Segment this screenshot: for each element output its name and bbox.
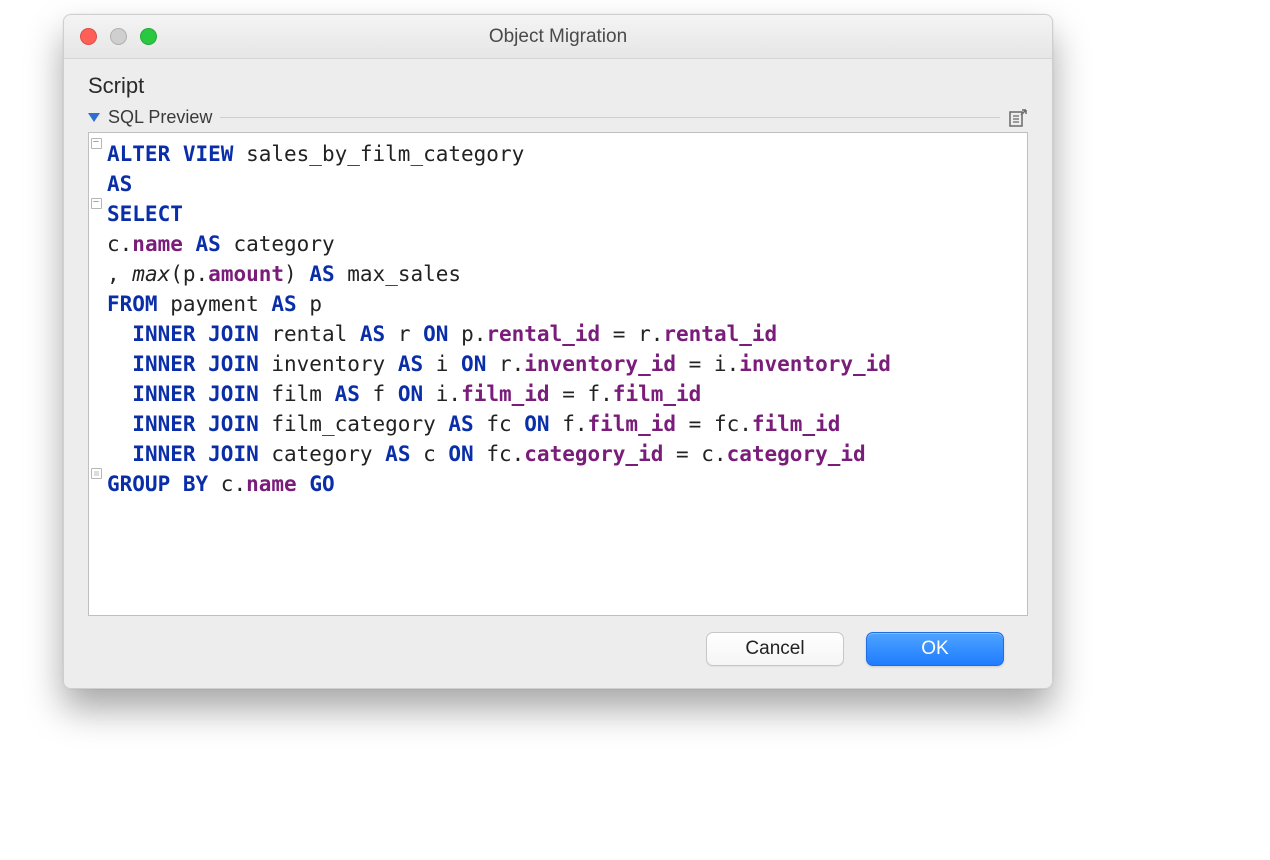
sql-token: rental_id <box>663 322 777 346</box>
zoom-window-icon[interactable] <box>140 28 157 45</box>
separator <box>220 117 1000 118</box>
sql-token: film_id <box>461 382 550 406</box>
sql-token: (p. <box>170 262 208 286</box>
sql-token: i <box>423 352 461 376</box>
sql-token: = fc. <box>676 412 752 436</box>
sql-token: inventory_id <box>739 352 891 376</box>
sql-token: category <box>259 442 385 466</box>
sql-token: payment <box>158 292 272 316</box>
sql-token: ALTER VIEW <box>107 142 233 166</box>
sql-token: AS <box>360 322 385 346</box>
fold-gutter <box>89 133 103 615</box>
sql-editor[interactable]: ALTER VIEW sales_by_film_category AS SEL… <box>88 132 1028 616</box>
sql-token: category <box>221 232 335 256</box>
sql-token: = r. <box>600 322 663 346</box>
sql-token: inventory <box>259 352 398 376</box>
sql-token: film_id <box>588 412 677 436</box>
window-title: Object Migration <box>64 26 1052 48</box>
sql-token: ON <box>398 382 423 406</box>
sql-token: AS <box>297 262 335 286</box>
sql-token: INNER JOIN <box>132 382 258 406</box>
sql-token: FROM <box>107 292 158 316</box>
sql-token: ON <box>524 412 549 436</box>
sql-token: = c. <box>663 442 726 466</box>
sql-token: GO <box>309 472 334 496</box>
window-controls <box>80 28 157 45</box>
sql-token: p <box>297 292 322 316</box>
sql-token: GROUP BY <box>107 472 208 496</box>
sql-token: AS <box>448 412 473 436</box>
sql-token: c <box>410 442 448 466</box>
disclosure-triangle-icon[interactable] <box>88 113 100 122</box>
sql-token: r <box>385 322 423 346</box>
sql-token: = f. <box>550 382 613 406</box>
sql-token: film_category <box>259 412 449 436</box>
titlebar: Object Migration <box>64 15 1052 59</box>
sql-token: AS <box>398 352 423 376</box>
fold-marker-icon[interactable] <box>91 468 101 478</box>
sql-token <box>297 472 310 496</box>
sql-code[interactable]: ALTER VIEW sales_by_film_category AS SEL… <box>103 133 1027 615</box>
sql-token: i. <box>423 382 461 406</box>
sql-token: inventory_id <box>524 352 676 376</box>
ok-button[interactable]: OK <box>866 632 1004 666</box>
sql-token: sales_by_film_category <box>233 142 524 166</box>
sql-token: f <box>360 382 398 406</box>
sql-token: INNER JOIN <box>132 352 258 376</box>
sql-token: rental <box>259 322 360 346</box>
preview-header: SQL Preview <box>88 107 1028 128</box>
fold-marker-icon[interactable] <box>91 198 101 208</box>
sql-token: category_id <box>727 442 866 466</box>
sql-token: c. <box>208 472 246 496</box>
section-heading: Script <box>88 67 1028 107</box>
dialog-content: Script SQL Preview ALTER VIEW <box>64 59 1052 688</box>
fold-marker-icon[interactable] <box>91 138 101 148</box>
sql-token: max_sales <box>335 262 461 286</box>
sql-token: film_id <box>613 382 702 406</box>
sql-token: category_id <box>524 442 663 466</box>
sql-token: name <box>132 232 183 256</box>
sql-token: f. <box>550 412 588 436</box>
sql-token: fc. <box>474 442 525 466</box>
close-window-icon[interactable] <box>80 28 97 45</box>
sql-token: amount <box>208 262 284 286</box>
dialog-buttons: Cancel OK <box>88 616 1028 688</box>
minimize-window-icon[interactable] <box>110 28 127 45</box>
sql-token: AS <box>335 382 360 406</box>
sql-token: AS <box>271 292 296 316</box>
sql-token: , <box>107 262 132 286</box>
sql-token: ) <box>284 262 297 286</box>
edit-external-icon[interactable] <box>1008 108 1028 128</box>
sql-token: INNER JOIN <box>132 412 258 436</box>
sql-token: INNER JOIN <box>132 442 258 466</box>
cancel-button[interactable]: Cancel <box>706 632 844 666</box>
preview-label: SQL Preview <box>108 107 212 128</box>
sql-token: rental_id <box>486 322 600 346</box>
sql-token: max <box>132 262 170 286</box>
sql-token: fc <box>474 412 525 436</box>
sql-token: AS <box>385 442 410 466</box>
sql-token: r. <box>486 352 524 376</box>
sql-token: AS <box>183 232 221 256</box>
sql-token: p. <box>448 322 486 346</box>
sql-token: AS <box>107 172 132 196</box>
sql-token: SELECT <box>107 202 183 226</box>
sql-token: INNER JOIN <box>132 322 258 346</box>
sql-token: film_id <box>752 412 841 436</box>
sql-token: ON <box>461 352 486 376</box>
sql-token: name <box>246 472 297 496</box>
sql-token: film <box>259 382 335 406</box>
sql-token: ON <box>423 322 448 346</box>
sql-token: c. <box>107 232 132 256</box>
sql-token: = i. <box>676 352 739 376</box>
object-migration-dialog: Object Migration Script SQL Preview <box>63 14 1053 689</box>
sql-token: ON <box>448 442 473 466</box>
